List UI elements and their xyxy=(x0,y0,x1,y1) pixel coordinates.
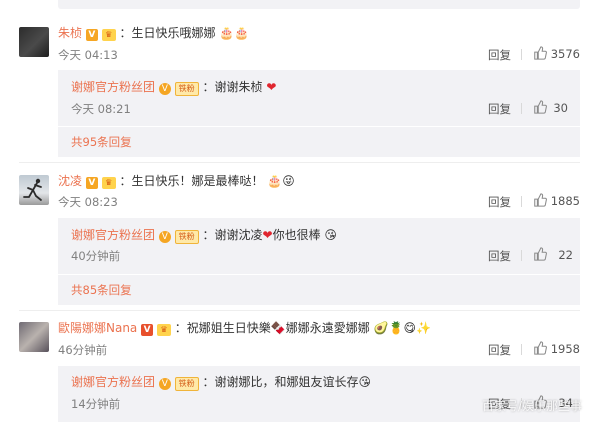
vip-icon: V xyxy=(85,177,98,189)
like-icon[interactable] xyxy=(533,341,547,355)
reply-text-continued: 你也很棒 xyxy=(272,228,321,242)
runner-silhouette-icon xyxy=(23,178,42,201)
like-icon[interactable] xyxy=(533,247,547,261)
chocolate-emoji-icon: 🍫 xyxy=(270,321,286,335)
heart-emoji-icon: ❤ xyxy=(266,80,277,94)
more-replies-link[interactable]: 共85条回复 xyxy=(71,282,132,298)
fan-badge: 铁粉 xyxy=(174,82,199,96)
crown-icon: ♛ xyxy=(156,324,171,336)
comment-user-name[interactable]: 沈凌 xyxy=(58,174,82,188)
avatar[interactable] xyxy=(19,175,49,205)
previous-reply-box-edge xyxy=(58,0,580,9)
comment-header: 歐陽娜娜Nana V ♛ ：祝娜姐生日快樂🍫娜娜永遠愛娜娜 🥑🍍😋✨ xyxy=(58,319,431,336)
more-replies-link[interactable]: 共95条回复 xyxy=(71,134,132,150)
reply-header: 谢娜官方粉丝团 V 铁粉 ：谢谢朱桢 ❤ xyxy=(71,78,276,96)
reply-button[interactable]: 回复 xyxy=(488,342,511,358)
action-separator xyxy=(521,196,522,207)
crown-icon: ♛ xyxy=(101,29,116,41)
reply-header: 谢娜官方粉丝团 V 铁粉 ：谢谢沈凌❤你也很棒 😘 xyxy=(71,226,337,244)
crown-icon: ♛ xyxy=(101,177,116,189)
like-count: 3576 xyxy=(550,47,580,61)
action-separator xyxy=(521,49,522,60)
avatar[interactable] xyxy=(19,27,49,57)
reply-button[interactable]: 回复 xyxy=(488,248,511,264)
heart-emoji-icon: ❤ xyxy=(262,228,273,242)
like-count: 1958 xyxy=(550,342,580,356)
fan-badge: 铁粉 xyxy=(174,377,199,391)
vip-icon: V xyxy=(141,324,154,336)
like-icon[interactable] xyxy=(533,46,547,60)
fruit-emoji-icon: 🥑🍍😋✨ xyxy=(373,321,431,335)
comment-time: 46分钟前 xyxy=(58,343,108,357)
reply-text: ：谢谢沈凌 xyxy=(202,228,263,242)
reply-button[interactable]: 回复 xyxy=(488,194,511,210)
comment-text: ：生日快乐！娜是最棒哒！ xyxy=(119,174,264,188)
fan-badge: 铁粉 xyxy=(174,230,199,244)
like-count: 22 xyxy=(558,248,573,262)
verified-icon: V xyxy=(158,83,171,95)
cake-emoji-icon: 🎂🎂 xyxy=(219,26,250,40)
comment-time: 今天 08:23 xyxy=(58,195,118,209)
reply-user-name[interactable]: 谢娜官方粉丝团 xyxy=(71,80,155,94)
like-icon[interactable] xyxy=(533,100,547,114)
avatar[interactable] xyxy=(19,322,49,352)
reply-time: 今天 08:21 xyxy=(71,102,131,116)
comment-text: ：生日快乐哦娜娜 xyxy=(119,26,216,40)
comment-user-name[interactable]: 朱桢 xyxy=(58,26,82,40)
comment-time: 今天 04:13 xyxy=(58,48,118,62)
reply-button[interactable]: 回复 xyxy=(488,101,511,117)
more-replies-bar xyxy=(58,275,580,305)
vip-icon: V xyxy=(85,29,98,41)
reply-time: 40分钟前 xyxy=(71,249,121,263)
comment-divider xyxy=(19,310,580,311)
reply-user-name[interactable]: 谢娜官方粉丝团 xyxy=(71,375,155,389)
like-icon[interactable] xyxy=(533,193,547,207)
reply-button[interactable]: 回复 xyxy=(488,47,511,63)
action-separator xyxy=(521,250,522,261)
comment-header: 朱桢 V ♛ ：生日快乐哦娜娜 🎂🎂 xyxy=(58,24,249,41)
watermark: 百家号/娱乐那些事 xyxy=(481,399,582,413)
action-separator xyxy=(521,103,522,114)
verified-icon: V xyxy=(158,231,171,243)
comment-divider xyxy=(19,162,580,163)
reply-text: ：谢谢朱桢 xyxy=(202,80,263,94)
verified-icon: V xyxy=(158,378,171,390)
reply-time: 14分钟前 xyxy=(71,397,121,411)
kiss-emoji-icon: 😘 xyxy=(358,375,372,389)
like-count: 1885 xyxy=(550,194,580,208)
kiss-emoji-icon: 😘 xyxy=(324,228,337,242)
comment-header: 沈凌 V ♛ ：生日快乐！娜是最棒哒！ 🎂😜 xyxy=(58,172,295,189)
comment-user-name[interactable]: 歐陽娜娜Nana xyxy=(58,321,137,335)
reply-user-name[interactable]: 谢娜官方粉丝团 xyxy=(71,228,155,242)
comment-text: ：祝娜姐生日快樂 xyxy=(174,321,271,335)
more-replies-bar xyxy=(58,127,580,157)
reply-text: ：谢谢娜比，和娜姐友谊长存 xyxy=(202,375,359,389)
action-separator xyxy=(521,344,522,355)
like-count: 30 xyxy=(553,101,568,115)
cake-wink-emoji-icon: 🎂😜 xyxy=(267,174,295,188)
comment-text-continued: 娜娜永遠愛娜娜 xyxy=(285,321,370,335)
reply-header: 谢娜官方粉丝团 V 铁粉 ：谢谢娜比，和娜姐友谊长存😘 xyxy=(71,373,371,391)
